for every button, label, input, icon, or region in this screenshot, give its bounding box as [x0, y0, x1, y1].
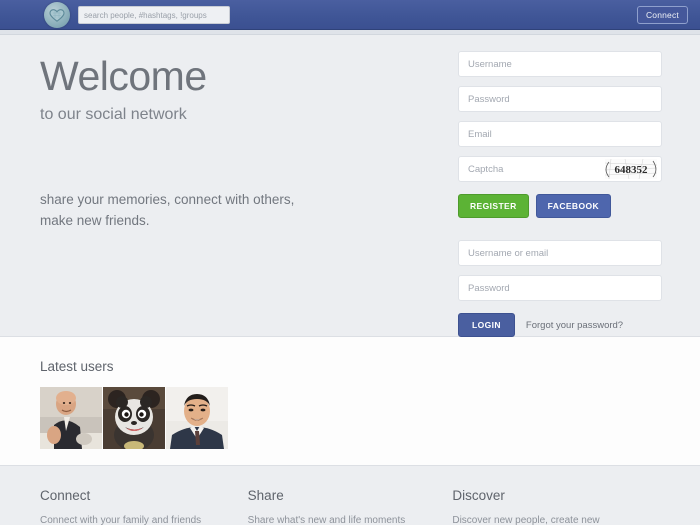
login-username-input[interactable] [458, 240, 662, 266]
login-button[interactable]: LOGIN [458, 313, 515, 337]
latest-users-avatar-list [40, 387, 660, 449]
footer-column-connect: Connect Connect with your family and fri… [40, 488, 248, 524]
site-logo[interactable] [44, 2, 70, 28]
footer-column-title: Connect [40, 488, 248, 503]
register-button-row: REGISTER FACEBOOK [458, 194, 662, 218]
avatar-smiling-man-suit[interactable] [166, 387, 228, 449]
footer-column-discover: Discover Discover new people, create new [452, 488, 660, 524]
hero-tagline: share your memories, connect with others… [40, 190, 330, 232]
login-password-input[interactable] [458, 275, 662, 301]
captcha-image[interactable]: 648352 [605, 159, 657, 179]
hero-text-block: Welcome to our social network [40, 55, 420, 124]
register-email-input[interactable] [458, 121, 662, 147]
facebook-signup-button[interactable]: FACEBOOK [536, 194, 611, 218]
auth-forms-panel: 648352 REGISTER FACEBOOK LOGIN Forgot yo… [458, 51, 662, 337]
captcha-code-text: 648352 [615, 164, 649, 176]
connect-button[interactable]: Connect [637, 6, 688, 24]
latest-users-section: Latest users [0, 337, 700, 466]
register-button[interactable]: REGISTER [458, 194, 529, 218]
latest-users-title: Latest users [40, 359, 660, 374]
hero-section: Welcome to our social network share your… [0, 35, 700, 337]
avatar-panda-character[interactable] [103, 387, 165, 449]
register-username-input[interactable] [458, 51, 662, 77]
login-button-row: LOGIN Forgot your password? [458, 313, 662, 337]
footer-column-share: Share Share what's new and life moments [248, 488, 453, 524]
avatar-bald-man-speaking[interactable] [40, 387, 102, 449]
top-navigation-bar: Connect [0, 0, 700, 30]
forgot-password-link[interactable]: Forgot your password? [526, 320, 623, 331]
page-root: Connect Welcome to our social network sh… [0, 0, 700, 525]
footer-column-text: Discover new people, create new [452, 514, 660, 525]
captcha-row: 648352 [458, 156, 662, 191]
search-input[interactable] [78, 6, 230, 24]
footer-column-text: Share what's new and life moments [248, 514, 453, 525]
footer-column-title: Share [248, 488, 453, 503]
footer-section: Connect Connect with your family and fri… [0, 466, 700, 524]
heart-badge-icon [48, 6, 66, 24]
page-title: Welcome [40, 55, 420, 98]
register-password-input[interactable] [458, 86, 662, 112]
page-subtitle: to our social network [40, 106, 420, 124]
footer-column-title: Discover [452, 488, 660, 503]
footer-column-text: Connect with your family and friends [40, 514, 248, 525]
search-container [78, 5, 230, 25]
